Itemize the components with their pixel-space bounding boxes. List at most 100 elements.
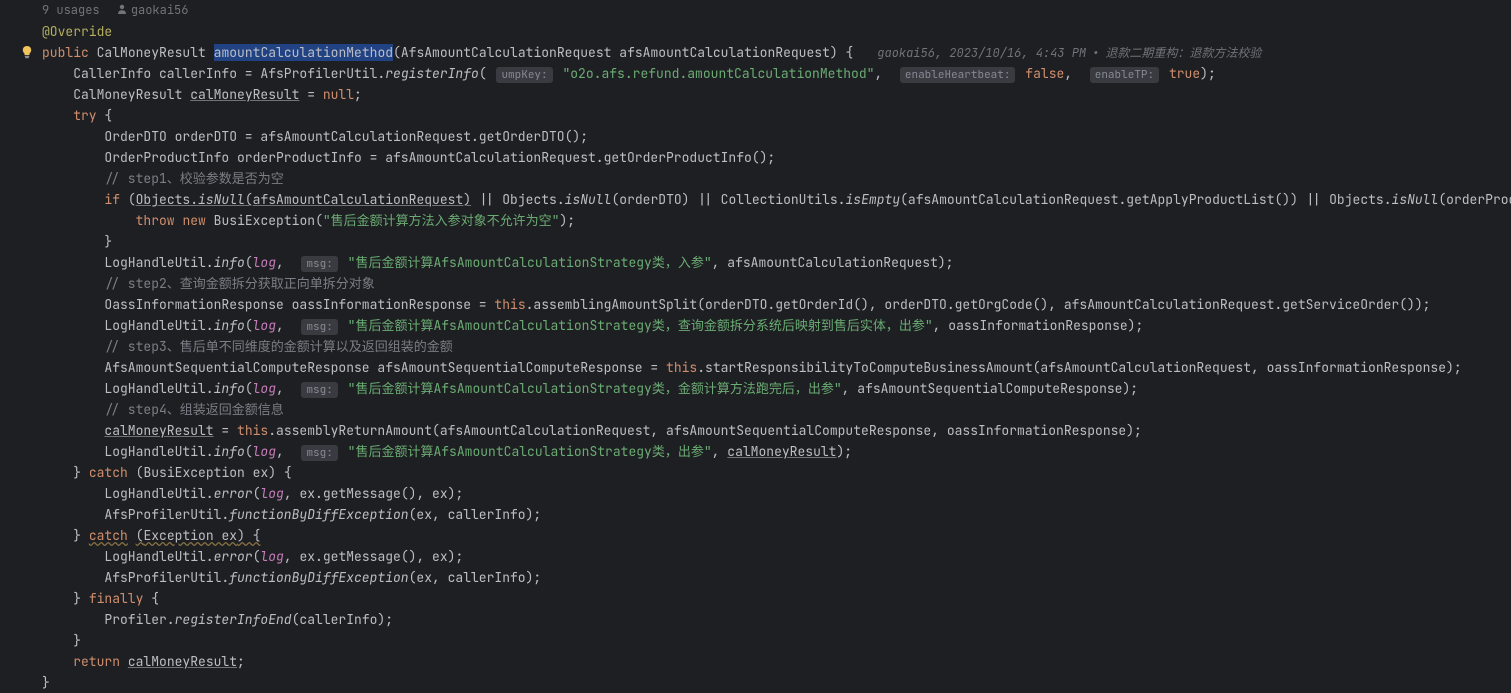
field-ref: log: [253, 380, 276, 397]
param-type: AfsAmountCalculationRequest: [401, 44, 612, 61]
var-ref: calMoneyResult: [727, 443, 836, 460]
comment: // step4、组装返回金额信息: [104, 401, 283, 418]
kw-public: public: [42, 44, 89, 61]
string-literal: "售后金额计算AfsAmountCalculationStrategy类，查询金…: [348, 317, 933, 334]
code-text: || Objects.: [471, 191, 565, 208]
code-text: , afsAmountCalculationRequest);: [712, 254, 954, 271]
param-hint-heartbeat: enableHeartbeat:: [900, 67, 1016, 83]
var-ref: calMoneyResult: [104, 422, 213, 439]
code-text: ) {: [237, 527, 260, 544]
static-method: error: [214, 548, 253, 565]
code-text: Exception ex: [143, 527, 237, 544]
code-text: Objects.: [136, 191, 198, 208]
code-text: Profiler.: [104, 611, 174, 628]
code-text: , ex.getMessage(), ex);: [284, 548, 463, 565]
code-text: , oassInformationResponse);: [933, 317, 1144, 334]
static-method: registerInfoEnd: [175, 611, 292, 628]
static-method: registerInfo: [385, 65, 479, 82]
code-text: (orderProductInfo)) {: [1438, 191, 1511, 208]
param-hint-msg: msg:: [301, 256, 337, 272]
static-method: info: [214, 254, 245, 271]
usages-link[interactable]: 9 usages: [42, 2, 100, 18]
string-literal: "售后金额计算方法入参对象不允许为空": [323, 212, 560, 229]
code-text: LogHandleUtil.: [104, 254, 213, 271]
kw-this: this: [237, 422, 268, 439]
string-literal: "售后金额计算AfsAmountCalculationStrategy类，金额计…: [348, 380, 842, 397]
code-text: .assemblingAmountSplit(orderDTO.getOrder…: [526, 296, 1431, 313]
kw-finally: finally: [89, 590, 144, 607]
code-text: (callerInfo);: [292, 611, 393, 628]
static-method: isNull: [565, 191, 612, 208]
static-method: isNull: [198, 191, 245, 208]
kw-this: this: [666, 359, 697, 376]
comment: // step1、校验参数是否为空: [104, 170, 283, 187]
code-text: OrderProductInfo orderProductInfo = afsA…: [104, 149, 775, 166]
static-method: info: [214, 317, 245, 334]
static-method: functionByDiffException: [229, 506, 408, 523]
author-icon: [117, 0, 127, 21]
code-text: LogHandleUtil.: [104, 443, 213, 460]
code-text: (ex, callerInfo);: [409, 569, 542, 586]
static-method: info: [214, 443, 245, 460]
var-decl: calMoneyResult: [190, 86, 299, 103]
param-hint-umpkey: umpKey:: [496, 67, 552, 83]
intention-bulb-icon[interactable]: [20, 44, 34, 58]
code-text: || Objects.: [1298, 191, 1392, 208]
code-text: LogHandleUtil.: [104, 317, 213, 334]
string-literal: "售后金额计算AfsAmountCalculationStrategy类，入参": [348, 254, 712, 271]
static-method: error: [214, 485, 253, 502]
code-text: LogHandleUtil.: [104, 548, 213, 565]
code-text: (afsAmountCalculationRequest): [245, 191, 471, 208]
static-method: isEmpty: [846, 191, 901, 208]
code-text: , ex.getMessage(), ex);: [284, 485, 463, 502]
var-ref: calMoneyResult: [128, 653, 237, 670]
method-name: amountCalculationMethod: [214, 44, 393, 61]
kw-true: true: [1169, 65, 1200, 82]
kw-throw: throw: [136, 212, 175, 229]
static-method: functionByDiffException: [229, 569, 408, 586]
return-type: CalMoneyResult: [97, 44, 206, 61]
kw-null: null: [323, 86, 354, 103]
code-editor[interactable]: @Override public CalMoneyResult amountCal…: [42, 21, 1511, 693]
param-hint-msg: msg:: [301, 382, 337, 398]
comment: // step3、售后单不同维度的金额计算以及返回组装的金额: [104, 338, 452, 355]
code-text: .assemblyReturnAmount(afsAmountCalculati…: [268, 422, 1142, 439]
code-text: (afsAmountCalculationRequest.getApplyPro…: [900, 191, 1298, 208]
code-vision-meta: 9 usages gaokai56: [42, 0, 188, 21]
author-link[interactable]: gaokai56: [131, 2, 189, 18]
kw-catch: catch: [89, 464, 128, 481]
code-text: LogHandleUtil.: [104, 485, 213, 502]
code-text: LogHandleUtil.: [104, 380, 213, 397]
param-name: afsAmountCalculationRequest: [619, 44, 830, 61]
kw-try: try: [73, 107, 96, 124]
code-text: .startResponsibilityToComputeBusinessAmo…: [697, 359, 1461, 376]
type: BusiException: [214, 212, 315, 229]
annotation: @Override: [42, 23, 112, 40]
code-text: , afsAmountSequentialComputeResponse);: [842, 380, 1138, 397]
kw-false: false: [1025, 65, 1064, 82]
code-text: OassInformationResponse oassInformationR…: [104, 296, 494, 313]
field-ref: log: [253, 317, 276, 334]
code-text: || CollectionUtils.: [689, 191, 845, 208]
field-ref: log: [260, 485, 283, 502]
field-ref: log: [260, 548, 283, 565]
inlay-author-annotation[interactable]: gaokai56, 2023/10/16, 4:43 PM•退款二期重构：退款方…: [877, 45, 1261, 61]
editor-gutter: [0, 0, 38, 686]
string-literal: "售后金额计算AfsAmountCalculationStrategy类，出参": [348, 443, 712, 460]
code-text: (orderDTO): [611, 191, 689, 208]
field-ref: log: [253, 443, 276, 460]
kw-this: this: [494, 296, 525, 313]
code-text: =: [299, 86, 322, 103]
field-ref: log: [253, 254, 276, 271]
comment: // step2、查询金额拆分获取正向单拆分对象: [104, 275, 374, 292]
code-text: AfsAmountSequentialComputeResponse afsAm…: [104, 359, 666, 376]
kw-return: return: [73, 653, 120, 670]
kw-if: if: [104, 191, 120, 208]
param-hint-msg: msg:: [301, 445, 337, 461]
kw-new: new: [182, 212, 205, 229]
code-text: (ex, callerInfo);: [409, 506, 542, 523]
code-text: =: [214, 422, 237, 439]
static-method: isNull: [1392, 191, 1439, 208]
code-text: (BusiException ex) {: [136, 464, 292, 481]
code-text: OrderDTO orderDTO = afsAmountCalculation…: [104, 128, 588, 145]
